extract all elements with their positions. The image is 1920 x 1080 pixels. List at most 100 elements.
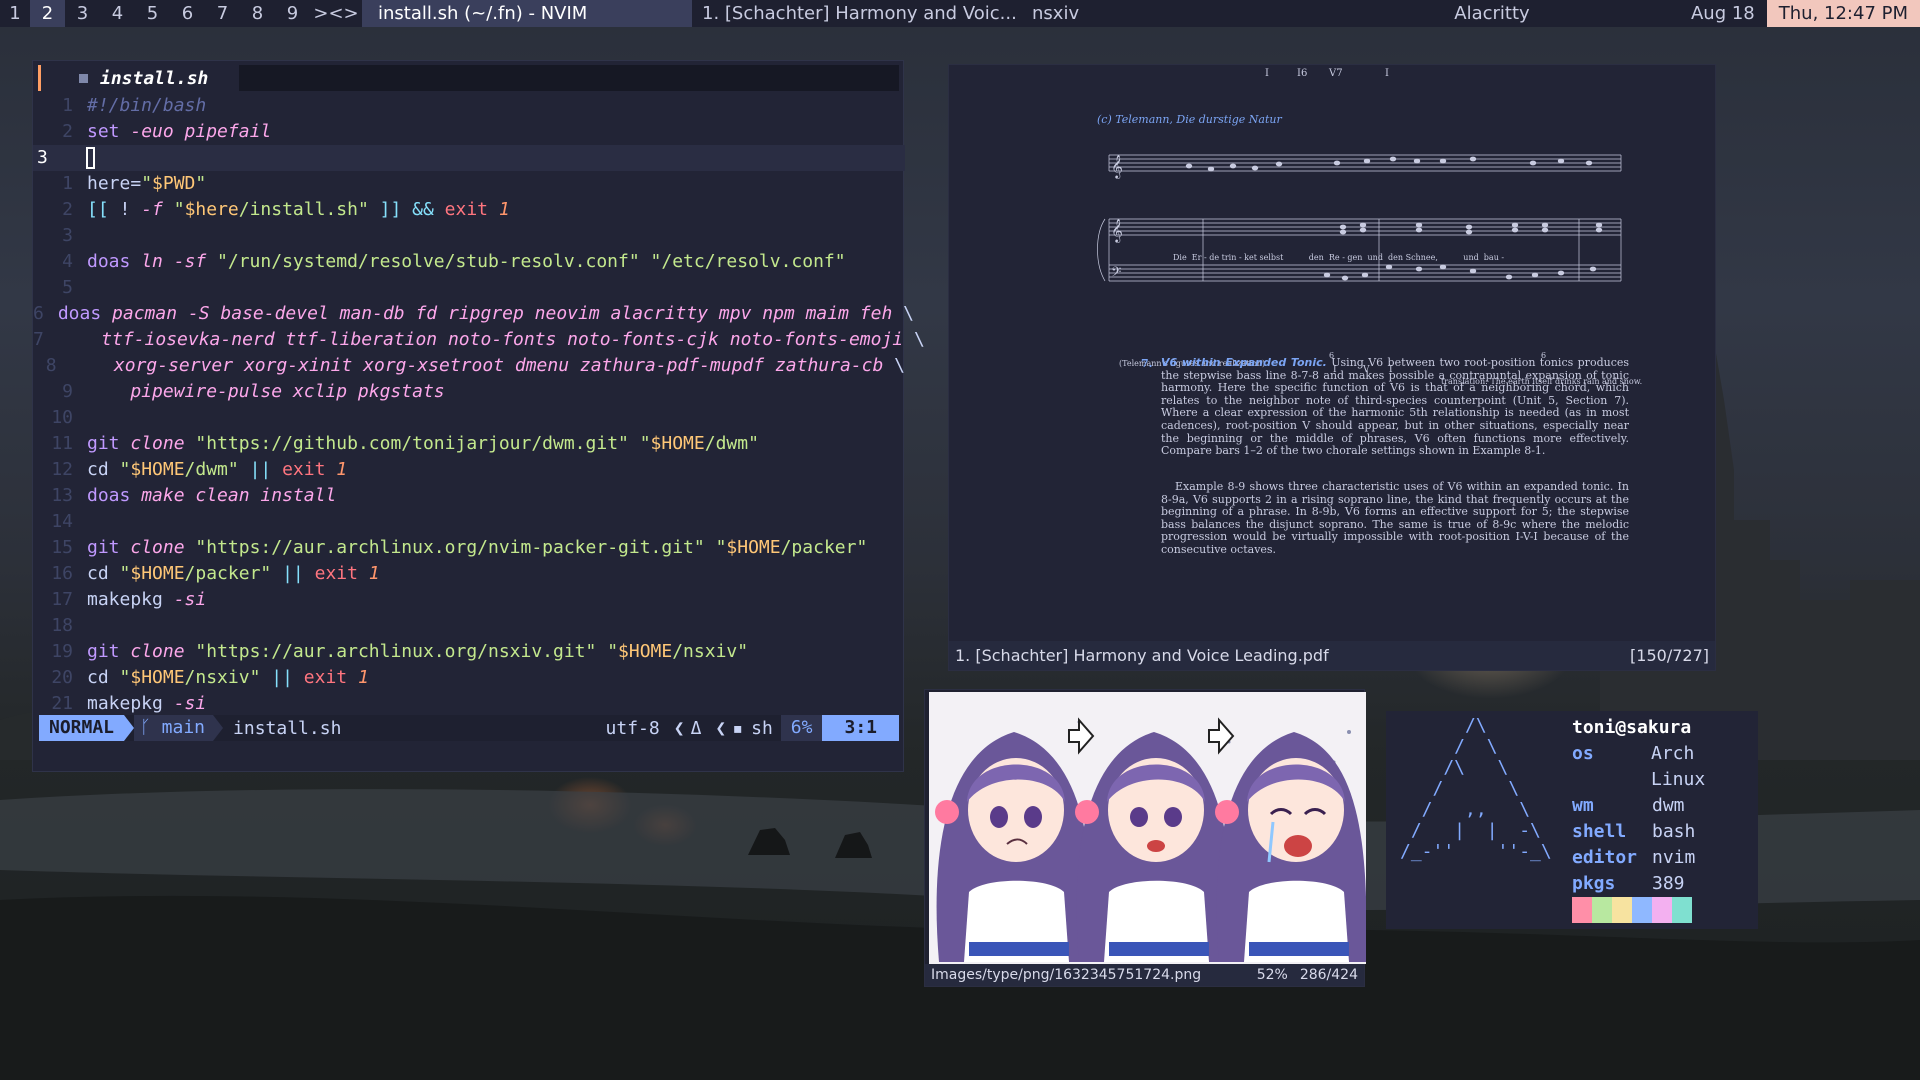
pdf-chord: I [1385, 68, 1389, 79]
svg-text:𝄞: 𝄞 [1111, 218, 1123, 243]
tag-6[interactable]: 6 [170, 0, 205, 27]
code-line[interactable]: 12 cd "$HOME/dwm" || exit 1 [33, 457, 905, 483]
arch-logo-ascii: /\ / \ /\ \ / \ / ,, \ / | | -\ /_-'' ''… [1400, 715, 1552, 862]
code-token: " [119, 459, 131, 480]
code-token: -si [173, 693, 207, 714]
code-line[interactable]: 4 doas ln -sf "/run/systemd/resolve/stub-… [33, 249, 905, 275]
tag-1[interactable]: 1 [0, 0, 30, 27]
code-token: doas [87, 485, 142, 506]
code-token: /nsxiv" [672, 641, 749, 662]
code-token: \ [913, 329, 925, 350]
git-branch: ᚴ main [134, 715, 214, 741]
line-text: set -euo pipefail [73, 119, 271, 145]
window-title-zathura[interactable]: 1. [Schachter] Harmony and Voic... [692, 0, 1022, 27]
color-swatch [1612, 897, 1632, 923]
code-token: "https://aur.archlinux.org/nsxiv.git" " [195, 641, 619, 662]
tag-8[interactable]: 8 [240, 0, 275, 27]
line-text: doas pacman -S base-devel man-db fd ripg… [44, 301, 914, 327]
code-line[interactable]: 10 [33, 405, 905, 431]
tag-5[interactable]: 5 [135, 0, 170, 27]
code-token: || [271, 563, 315, 584]
code-line[interactable]: 16 cd "$HOME/packer" || exit 1 [33, 561, 905, 587]
code-token: $HOME [650, 433, 705, 454]
code-line[interactable]: 5 [33, 275, 905, 301]
code-token: $PWD [152, 173, 196, 194]
pdf-page[interactable]: I I6 V7 I (c) Telemann, Die durstige Nat… [949, 65, 1715, 641]
code-line[interactable]: 1 here="$PWD" [33, 171, 905, 197]
code-line[interactable]: 2 set -euo pipefail [33, 119, 905, 145]
tag-2[interactable]: 2 [30, 0, 65, 27]
window-title-nvim[interactable]: install.sh (~/.fn) - NVIM [362, 0, 692, 27]
line-text: pipewire-pulse xclip pkgstats [73, 379, 444, 405]
code-token: " [119, 667, 131, 688]
line-text [73, 509, 87, 535]
code-line[interactable]: 13 doas make clean install [33, 483, 905, 509]
code-token: pacman -S base-devel man-db fd ripgrep n… [112, 303, 904, 324]
tag-7[interactable]: 7 [205, 0, 240, 27]
info-row-editor: editor nvim [1572, 845, 1758, 871]
layout-indicator[interactable]: ><> [310, 3, 362, 24]
pdf-paragraph-2: Example 8-9 shows three characteristic u… [1161, 480, 1629, 556]
nvim-window[interactable]: install.sh 1 #!/bin/bash 2 set -euo pipefai… [32, 60, 925, 772]
image-index: 286/424 [1299, 967, 1358, 983]
line-text: #!/bin/bash [73, 93, 206, 119]
status-bar: 1 2 3 4 5 6 7 8 9 ><> install.sh (~/.fn)… [0, 0, 1920, 27]
code-line[interactable]: 15 git clone "https://aur.archlinux.org/n… [33, 535, 905, 561]
code-line[interactable]: 18 [33, 613, 905, 639]
code-token: \ [903, 303, 914, 324]
code-line[interactable]: 9 pipewire-pulse xclip pkgstats [33, 379, 905, 405]
code-line[interactable]: 17 makepkg -si [33, 587, 905, 613]
code-token: make clean install [141, 485, 337, 506]
tab-marker [38, 65, 41, 91]
line-number: 1 [62, 95, 73, 116]
code-token: -euo pipefail [130, 121, 272, 142]
info-key: pkgs [1572, 873, 1616, 894]
code-token: $here [184, 199, 239, 220]
code-line[interactable]: 6 doas pacman -S base-devel man-db fd rip… [33, 301, 914, 327]
line-text: doas ln -sf "/run/systemd/resolve/stub-r… [73, 249, 846, 275]
line-number: 10 [51, 407, 73, 428]
code-line[interactable]: 19 git clone "https://aur.archlinux.org/n… [33, 639, 905, 665]
code-line[interactable]: 3 [33, 223, 905, 249]
pdf-chord: V7 [1329, 68, 1343, 79]
code-line[interactable]: 11 git clone "https://github.com/tonijarj… [33, 431, 905, 457]
window-title-nsxiv[interactable]: nsxiv [1022, 0, 1322, 27]
color-swatch [1632, 897, 1652, 923]
zathura-window[interactable]: I I6 V7 I (c) Telemann, Die durstige Nat… [948, 64, 1716, 671]
info-row-os: os Arch Linux [1572, 741, 1758, 793]
line-text: here="$PWD" [73, 171, 206, 197]
code-line[interactable]: 21 makepkg -si [33, 691, 905, 717]
code-token: exit [303, 667, 358, 688]
info-key: wm [1572, 795, 1594, 816]
info-value: Arch Linux [1650, 743, 1706, 790]
tag-3[interactable]: 3 [65, 0, 100, 27]
nsxiv-window[interactable]: Images/type/png/1632345751724.png 52% 28… [924, 689, 1366, 987]
code-line[interactable]: 7 ttf-iosevka-nerd ttf-liberation noto-f… [33, 327, 925, 353]
code-token: " [195, 173, 207, 194]
color-swatch [1652, 897, 1672, 923]
code-line[interactable]: 8 xorg-server xorg-xinit xorg-xsetroot d… [33, 353, 905, 379]
code-line[interactable]: 3 [33, 145, 905, 171]
code-line[interactable]: 2[[ ! -f "$here/install.sh" ]] && exit 1 [33, 197, 905, 223]
tag-4[interactable]: 4 [100, 0, 135, 27]
code-line[interactable]: 20 cd "$HOME/nsxiv" || exit 1 [33, 665, 905, 691]
info-value: nvim [1652, 847, 1696, 868]
section-number: 7. [1141, 357, 1153, 370]
text-cursor [86, 147, 95, 169]
svg-text:𝄞: 𝄞 [1111, 154, 1123, 179]
code-line[interactable]: 14 [33, 509, 905, 535]
code-token: git [87, 433, 131, 454]
statusline-separator [213, 715, 224, 741]
nvim-tab-install-sh[interactable]: install.sh [79, 68, 239, 89]
alacritty-window[interactable]: /\ / \ /\ \ / \ / ,, \ / | | -\ /_-'' ''… [1386, 711, 1758, 929]
code-token: "https://aur.archlinux.org/nvim-packer-g… [195, 537, 727, 558]
window-title-alacritty[interactable]: Alacritty [1322, 0, 1662, 27]
tag-9[interactable]: 9 [275, 0, 310, 27]
scroll-percent: 6% [780, 715, 823, 741]
line-text: doas make clean install [73, 483, 336, 509]
code-buffer[interactable]: 1 #!/bin/bash 2 set -euo pipefail 3 1 here="$P… [33, 93, 925, 717]
line-number: 9 [62, 381, 73, 402]
code-line[interactable]: 1 #!/bin/bash [33, 93, 905, 119]
section-heading: V6 within Expanded Tonic. [1161, 356, 1327, 369]
paragraph-text: Using V6 between two root-position tonic… [1161, 356, 1630, 458]
